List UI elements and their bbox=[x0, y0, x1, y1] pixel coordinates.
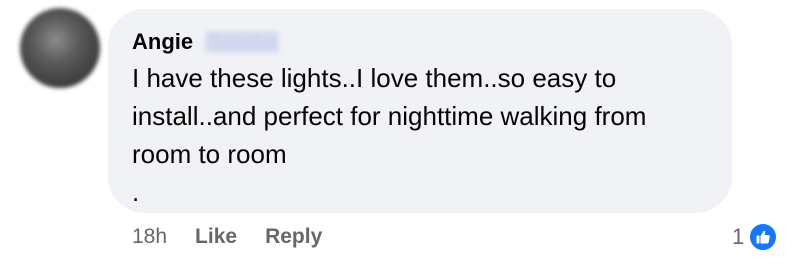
thumbs-up-icon bbox=[748, 222, 779, 252]
author-last-name-blurred[interactable]: Sciurba bbox=[205, 31, 280, 53]
comment-bubble: Angie Sciurba I have these lights..I lov… bbox=[108, 9, 732, 213]
thumbs-up-glyph bbox=[756, 230, 770, 244]
timestamp[interactable]: 18h bbox=[132, 225, 167, 249]
author-first-name[interactable]: Angie bbox=[132, 28, 193, 56]
reply-button[interactable]: Reply bbox=[265, 225, 322, 249]
like-button[interactable]: Like bbox=[195, 225, 237, 249]
reaction-count: 1 bbox=[732, 224, 745, 249]
comment-author[interactable]: Angie Sciurba bbox=[132, 28, 708, 56]
reactions-summary[interactable]: 1 bbox=[732, 220, 779, 254]
avatar[interactable] bbox=[20, 8, 100, 88]
comment-text: I have these lights..I love them..so eas… bbox=[132, 63, 647, 169]
comment-trailing-dot: . bbox=[132, 177, 140, 207]
comment: Angie Sciurba I have these lights..I lov… bbox=[0, 0, 800, 267]
comment-actions: 18h Like Reply bbox=[132, 222, 322, 252]
